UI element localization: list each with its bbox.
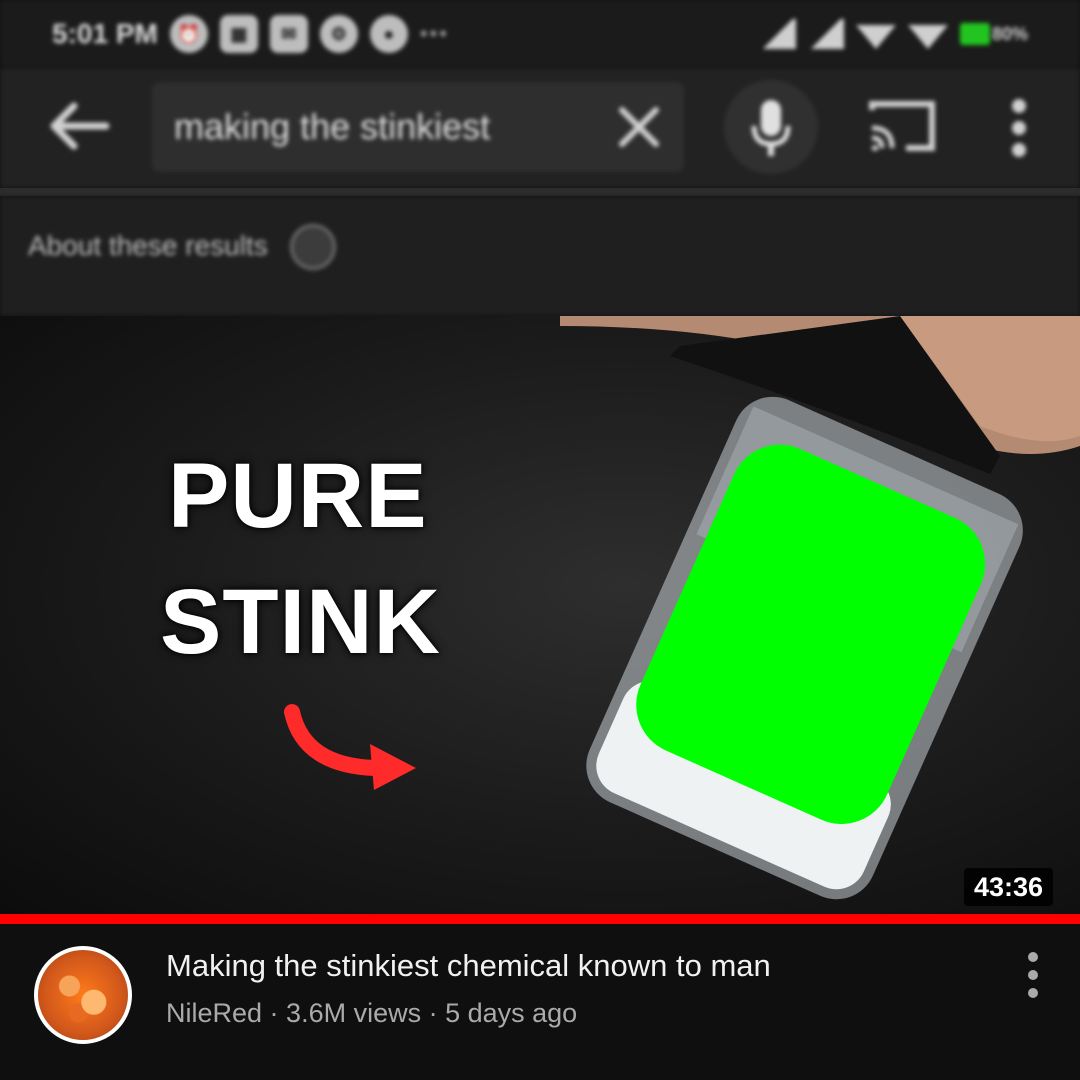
- signal-icon: [759, 19, 796, 49]
- thumbnail-overlay-line2: STINK: [160, 571, 441, 673]
- status-bar-right: 80%: [759, 19, 1028, 49]
- calendar-icon: ▦: [219, 15, 258, 53]
- about-results-label: About these results: [28, 230, 268, 261]
- message-icon: ✉: [269, 15, 308, 53]
- cast-icon[interactable]: [866, 96, 938, 156]
- location-icon: ●: [369, 15, 408, 53]
- status-bar-left: 5:01 PM ⏰ ▦ ✉ ⚙ ● •••: [52, 15, 449, 53]
- video-metadata: NileRed · 3.6M views · 5 days ago: [166, 998, 577, 1029]
- about-results-row[interactable]: About these results: [0, 196, 1080, 316]
- more-options-icon[interactable]: [1002, 98, 1036, 158]
- channel-name[interactable]: NileRed: [166, 998, 262, 1028]
- voice-search-button[interactable]: [724, 80, 818, 174]
- microphone-icon: [751, 100, 791, 156]
- wifi-icon: [855, 25, 896, 49]
- meta-separator: ·: [421, 998, 446, 1028]
- battery-icon: 80%: [959, 23, 1028, 45]
- watch-progress-bar: [0, 914, 1080, 924]
- view-count: 3.6M views: [286, 998, 422, 1028]
- video-menu-icon[interactable]: [1018, 950, 1048, 1000]
- more-notifications-icon: •••: [419, 21, 449, 46]
- search-header: making the stinkiest: [0, 68, 1080, 188]
- upload-age: 5 days ago: [445, 998, 578, 1028]
- info-icon[interactable]: [290, 224, 336, 270]
- bottle-image: [560, 316, 1080, 900]
- settings-icon: ⚙: [319, 15, 358, 53]
- back-arrow-icon[interactable]: [44, 96, 112, 156]
- channel-avatar[interactable]: [34, 946, 132, 1044]
- search-input[interactable]: making the stinkiest: [152, 82, 684, 172]
- battery-percent: 80%: [991, 23, 1028, 44]
- battery-level-icon: [959, 23, 990, 45]
- status-bar: 5:01 PM ⏰ ▦ ✉ ⚙ ● ••• 80%: [0, 0, 1080, 68]
- meta-separator: ·: [262, 998, 287, 1028]
- red-arrow-icon: [284, 704, 416, 790]
- wifi-icon: [907, 25, 948, 49]
- thumbnail-overlay-line1: PURE: [168, 445, 428, 547]
- video-thumbnail[interactable]: PURE STINK 43:36: [0, 316, 1080, 914]
- search-query: making the stinkiest: [174, 106, 491, 147]
- header-divider: [0, 188, 1080, 196]
- signal-icon: [807, 19, 844, 49]
- clear-icon[interactable]: [614, 102, 664, 152]
- video-title[interactable]: Making the stinkiest chemical known to m…: [166, 948, 771, 984]
- video-info[interactable]: Making the stinkiest chemical known to m…: [0, 924, 1080, 1080]
- alarm-icon: ⏰: [169, 15, 208, 53]
- duration-badge: 43:36: [964, 868, 1054, 906]
- status-time: 5:01 PM: [52, 18, 158, 49]
